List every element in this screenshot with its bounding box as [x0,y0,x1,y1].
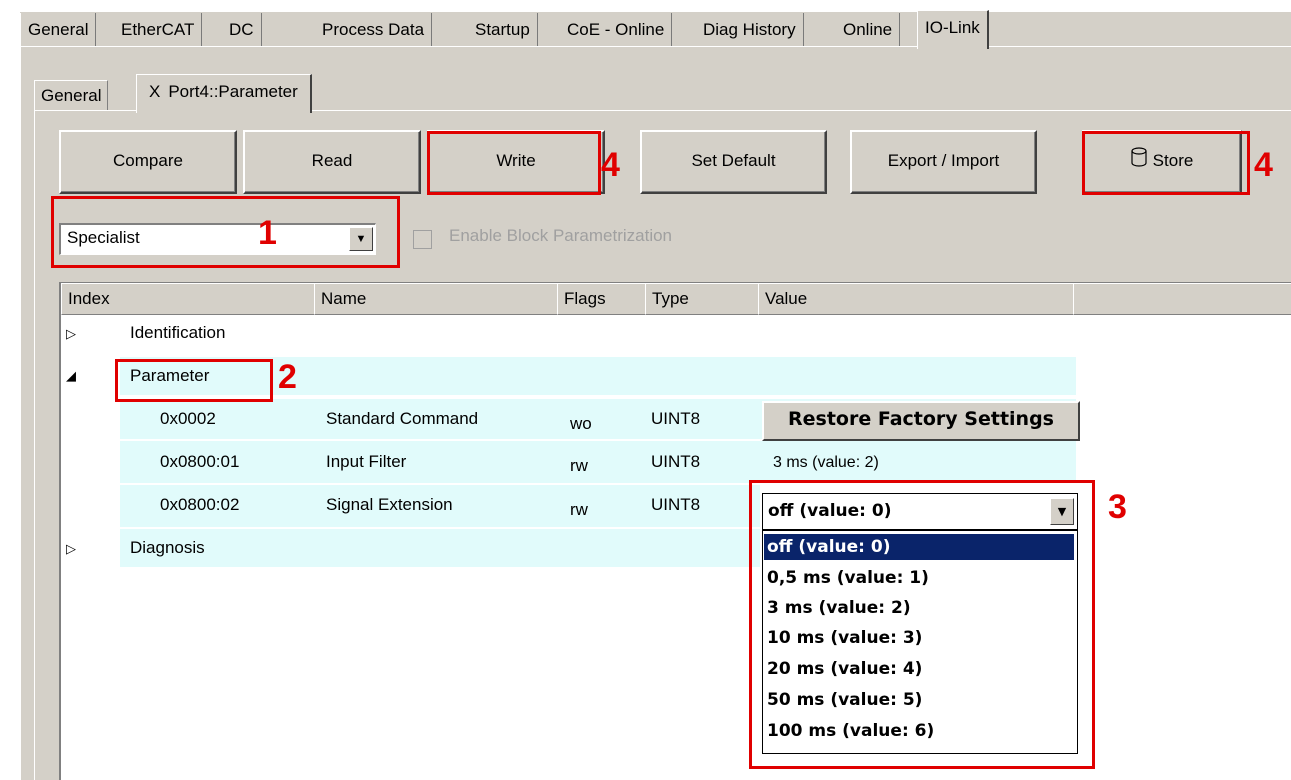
col-header-value[interactable]: Value [758,283,1081,315]
table-row-flags: rw [570,456,588,475]
tab-io-link[interactable]: IO-Link [917,10,989,49]
dropdown-option[interactable]: 20 ms (value: 4) [764,656,1074,682]
table-row-name: Standard Command [326,409,479,428]
col-header-type[interactable]: Type [645,283,766,315]
group-diagnosis[interactable]: Diagnosis [130,538,205,558]
table-row-index: 0x0800:01 [160,452,240,471]
mode-combobox-value: Specialist [67,228,140,247]
block-parametrization-checkbox[interactable] [413,230,432,249]
table-row-type: UINT8 [651,495,701,514]
restore-factory-settings-button[interactable]: Restore Factory Settings [762,401,1080,441]
dropdown-option[interactable]: 50 ms (value: 5) [764,687,1074,713]
col-header-name[interactable]: Name [314,283,565,315]
table-row-name: Signal Extension [326,495,453,514]
write-button[interactable]: Write [427,130,605,194]
compare-button[interactable]: Compare [59,130,237,194]
tab-startup[interactable]: Startup [468,13,538,46]
signal-extension-dropdown-list: off (value: 0) 0,5 ms (value: 1) 3 ms (v… [762,530,1078,754]
table-row-type: UINT8 [651,409,701,428]
tab-strip-filler [1016,12,1291,46]
store-label: Store [1152,151,1194,170]
tab-online[interactable]: Online [836,13,901,46]
dropdown-option[interactable]: off (value: 0) [764,534,1074,560]
tab-coe-online[interactable]: CoE - Online [560,13,673,46]
collapse-icon-parameter[interactable]: ◢ [66,368,76,384]
marker-1: 1 [258,214,277,252]
signal-extension-value: off (value: 0) [768,501,892,521]
dropdown-option[interactable]: 0,5 ms (value: 1) [764,565,1074,591]
dropdown-option[interactable]: 10 ms (value: 3) [764,625,1074,651]
database-icon [1131,133,1147,191]
expand-icon-identification[interactable]: ▷ [66,326,76,342]
expand-icon-diagnosis[interactable]: ▷ [66,541,76,557]
set-default-button[interactable]: Set Default [640,130,827,194]
mode-combobox[interactable]: Specialist ▼ [59,223,376,255]
close-icon[interactable]: X [149,82,160,101]
row-bg [120,441,1076,483]
export-import-button[interactable]: Export / Import [850,130,1037,194]
group-row-diagnosis-bg [120,529,760,567]
marker-4-write: 4 [601,146,620,184]
tab-diag-history[interactable]: Diag History [696,13,804,46]
chevron-down-icon[interactable]: ▼ [349,227,373,251]
col-header-index[interactable]: Index [61,283,322,315]
marker-4-store: 4 [1254,146,1273,184]
store-button[interactable]: Store [1082,130,1242,194]
inner-tab-general[interactable]: General [34,80,109,111]
tab-ethercat[interactable]: EtherCAT [114,13,203,46]
col-header-filler [1073,283,1291,315]
signal-extension-combobox[interactable]: off (value: 0) ▼ [762,493,1078,530]
marker-2: 2 [278,358,297,396]
table-row-type: UINT8 [651,452,701,471]
tab-dc[interactable]: DC [222,13,262,46]
tab-process-data[interactable]: Process Data [315,13,433,46]
table-row-value[interactable]: 3 ms (value: 2) [773,454,879,472]
group-identification[interactable]: Identification [130,323,225,343]
block-parametrization-label: Enable Block Parametrization [449,226,673,245]
dropdown-option[interactable]: 100 ms (value: 6) [764,718,1074,744]
read-button[interactable]: Read [243,130,421,194]
table-row-name: Input Filter [326,452,407,471]
inner-tab-port4-parameter[interactable]: X Port4::Parameter [136,74,312,113]
chevron-down-icon[interactable]: ▼ [1050,498,1074,525]
col-header-flags[interactable]: Flags [557,283,653,315]
marker-3: 3 [1108,488,1127,526]
group-row-parameter-bg [120,357,1076,395]
group-parameter[interactable]: Parameter [130,366,209,386]
table-row-flags: wo [570,414,592,433]
table-row-index: 0x0002 [160,409,216,428]
table-row-flags: rw [570,500,588,519]
tab-general[interactable]: General [20,13,97,46]
table-row-index: 0x0800:02 [160,495,240,514]
dropdown-option[interactable]: 3 ms (value: 2) [764,595,1074,621]
inner-tab-label: Port4::Parameter [168,82,298,101]
